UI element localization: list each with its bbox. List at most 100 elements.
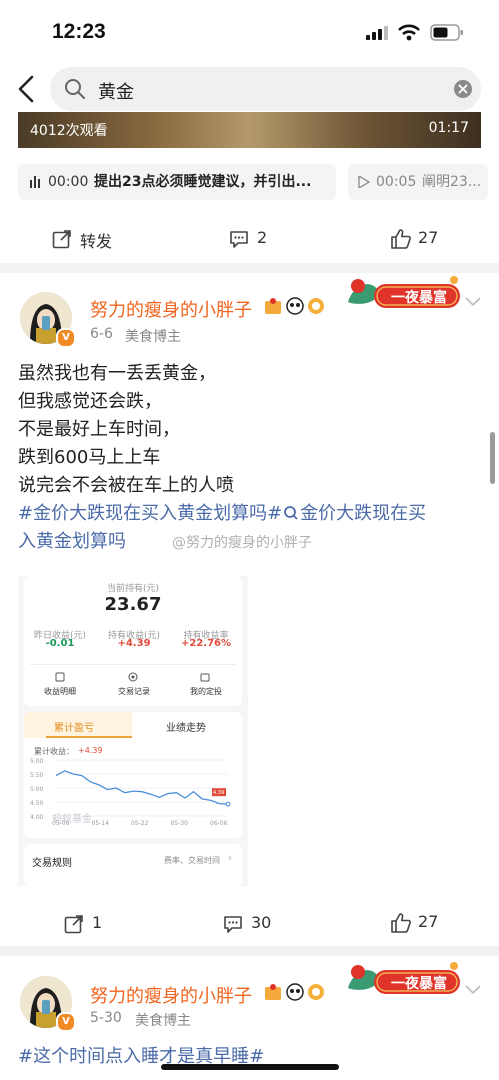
link-label: 交易记录: [118, 687, 150, 696]
image-watermark: @努力的瘦身的小胖子: [172, 535, 312, 551]
y-tick-label: 4.00: [30, 814, 44, 821]
chevron-right-icon: ›: [228, 853, 232, 864]
video-views: 4012次观看: [30, 123, 108, 139]
status-time: 12:23: [52, 20, 106, 43]
chevron-down-icon[interactable]: [464, 296, 482, 308]
last-point: [225, 801, 231, 807]
audio-summary-pill[interactable]: 00:00 提出23点必须睡觉建议，并引出...: [18, 164, 336, 200]
rules-title: 交易规则: [32, 858, 72, 869]
y-tick-label: 5.00: [30, 758, 44, 765]
detail-icon: [55, 672, 65, 682]
topic-link-2-cont[interactable]: 入黄金划算吗: [18, 531, 126, 552]
comment-count: 2: [257, 228, 268, 247]
audio-summary-pill-2[interactable]: 00:05 阐明23...: [348, 164, 488, 200]
post-line: 但我感觉还会跌，: [18, 391, 162, 412]
link-label: 我的定投: [190, 687, 222, 696]
repost-count: 1: [92, 913, 103, 932]
video-duration: 01:17: [428, 120, 469, 136]
fund-watermark: 蚂蚁基金: [52, 814, 92, 825]
like-icon: [391, 229, 411, 249]
fortune-banner: 一夜暴富: [344, 958, 464, 1002]
emoji-badges: [264, 982, 326, 1006]
post-image[interactable]: 当前持有(元) 23.67 昨日收益(元) 持有收益(元) 持有收益率 -0.0…: [18, 576, 248, 886]
link-label: 收益明细: [44, 687, 76, 696]
topic-link[interactable]: #金价大跌现在买入黄金划算吗#: [18, 503, 282, 524]
status-bar: 12:23: [0, 0, 499, 66]
hold-value: 23.67: [104, 594, 162, 615]
pill-text: 提出23点必须睡觉建议，并引出...: [94, 174, 312, 190]
y-tick-label: 4.50: [30, 800, 44, 807]
clear-icon[interactable]: [454, 80, 472, 98]
video-player[interactable]: 4012次观看 01:17: [18, 112, 481, 148]
rules-card: 交易规则 费率、交易时间 ›: [24, 844, 242, 886]
x-tick-label: 05-30: [171, 820, 189, 827]
post-tag: 美食博主: [135, 1013, 191, 1029]
y-tick-label: 5.50: [30, 772, 44, 779]
wifi-icon: [398, 24, 420, 41]
hold-label: 当前持有(元): [106, 584, 160, 594]
search-query: 黄金: [98, 82, 134, 103]
line-chart: 5.005.505.004.504.0005-06 05-14 05-22 05-30…: [30, 758, 231, 827]
topic-search-icon: [284, 506, 298, 520]
audio-bars-icon: [30, 176, 40, 188]
back-icon[interactable]: [14, 74, 44, 104]
stat-value: +22.76%: [180, 638, 232, 649]
tab-underline: [46, 736, 132, 738]
point-label: 4.39: [213, 790, 224, 796]
banner-text: 一夜暴富: [391, 976, 447, 992]
like-count: 27: [418, 912, 439, 931]
home-indicator: [161, 1064, 339, 1070]
pill-time: 00:00: [48, 174, 89, 190]
rules-right: 费率、交易时间: [164, 856, 220, 865]
tab-cumulative: 累计盈亏: [54, 723, 94, 734]
scrollbar[interactable]: [490, 432, 495, 484]
x-tick-label: 05-22: [131, 820, 149, 827]
comment-icon: [224, 916, 242, 933]
x-tick-label: 05-14: [92, 820, 110, 827]
badge-icons: [265, 983, 324, 1001]
chart-legend-value: +4.39: [78, 746, 103, 755]
comment-icon: [230, 231, 248, 248]
badge-icons: [265, 297, 324, 315]
stat-value: -0.01: [45, 638, 75, 649]
post-line: 不是最好上车时间，: [18, 419, 180, 440]
play-icon: [358, 176, 370, 188]
post-date: 6-6: [90, 326, 113, 342]
verified-badge: V: [56, 1012, 76, 1032]
topic-link-2[interactable]: 金价大跌现在买: [300, 503, 426, 524]
post-line: 虽然我也有一丢丢黄金，: [18, 363, 216, 384]
pill-text: 阐明23...: [422, 174, 482, 190]
record-icon: [128, 672, 138, 682]
divider: [0, 946, 499, 956]
x-tick-label: 06-06: [210, 820, 228, 827]
emoji-badges: [264, 296, 326, 320]
tab-performance: 业绩走势: [166, 723, 206, 734]
repost-icon: [64, 915, 83, 934]
post-tag: 美食博主: [125, 329, 181, 345]
search-icon: [65, 79, 85, 99]
repost-icon: [52, 230, 71, 249]
repost-label: 转发: [80, 232, 113, 251]
username[interactable]: 努力的瘦身的小胖子: [90, 296, 252, 322]
battery-icon: [430, 24, 463, 41]
like-icon: [391, 913, 411, 933]
comment-count: 30: [251, 913, 272, 932]
post-line: 说完会不会被在车上的人喷: [18, 475, 234, 496]
banner-text: 一夜暴富: [391, 290, 447, 306]
search-input[interactable]: 黄金: [50, 67, 481, 111]
plan-icon: [200, 673, 210, 682]
username[interactable]: 努力的瘦身的小胖子: [90, 982, 252, 1008]
chevron-down-icon[interactable]: [464, 984, 482, 996]
post-body: 虽然我也有一丢丢黄金， 但我感觉还会跌， 不是最好上车时间， 跌到600马上上车…: [18, 360, 488, 556]
chart-card: 累计盈亏 业绩走势 累计收益： +4.39 5.00 5.50 5.00 4.50 4.…: [24, 712, 242, 838]
like-count: 27: [418, 228, 439, 247]
signal-icon: [366, 26, 388, 40]
y-tick-label: 5.00: [30, 786, 44, 793]
divider: [30, 664, 236, 665]
stat-value: +4.39: [117, 638, 151, 649]
post-line: 跌到600马上上车: [18, 447, 161, 468]
fortune-banner: 一夜暴富: [344, 272, 464, 316]
pill-time: 00:05: [376, 174, 417, 190]
verified-badge: V: [56, 328, 76, 348]
holding-card: 当前持有(元) 23.67 昨日收益(元) 持有收益(元) 持有收益率 -0.0…: [24, 576, 242, 706]
